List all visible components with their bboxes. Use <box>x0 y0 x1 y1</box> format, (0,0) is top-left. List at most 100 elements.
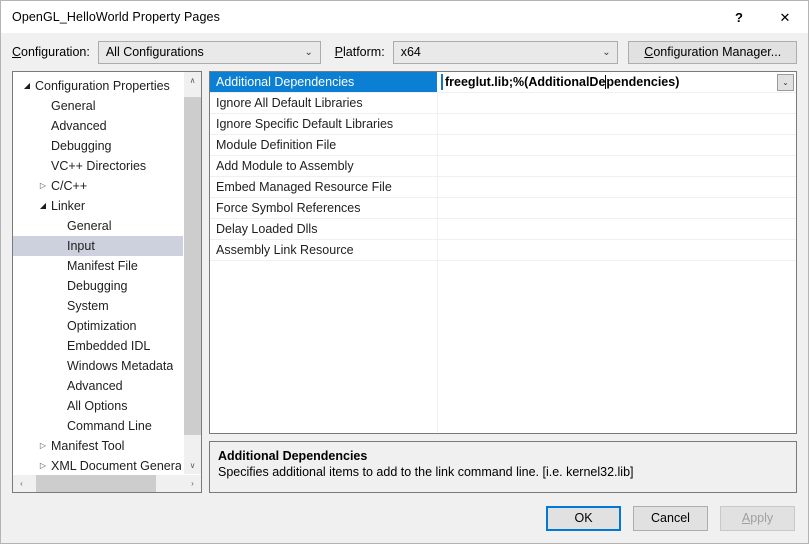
tree-collapsed-icon[interactable]: ▷ <box>35 182 51 190</box>
chevron-left-icon: ‹ <box>20 479 23 488</box>
tree-item-label: Linker <box>51 199 86 213</box>
tree-inner: ◢ Configuration Properties General Advanced… <box>13 72 201 474</box>
tree-item-label: Debugging <box>51 139 112 153</box>
property-row[interactable]: Ignore Specific Default Libraries <box>210 114 796 135</box>
configuration-manager-label: Configuration Manager... <box>644 45 782 59</box>
cancel-button-label: Cancel <box>651 511 690 525</box>
tree-vertical-scroll-track[interactable] <box>184 89 201 457</box>
configuration-dropdown[interactable]: All Configurations ⌄ <box>97 40 321 64</box>
tree-item-manifest-file[interactable]: Manifest File <box>13 256 183 276</box>
property-tree[interactable]: ◢ Configuration Properties General Advanced… <box>13 72 183 474</box>
tree-item-command-line[interactable]: Command Line <box>13 416 183 436</box>
property-pages-dialog: OpenGL_HelloWorld Property Pages ? ✕ Con… <box>0 0 809 544</box>
tree-item-advanced[interactable]: Advanced <box>13 116 183 136</box>
tree-item-label: Advanced <box>51 119 107 133</box>
chevron-down-icon: ∨ <box>189 461 196 470</box>
tree-horizontal-scroll-thumb[interactable] <box>36 475 156 492</box>
platform-value: x64 <box>400 45 421 59</box>
tree-item-label: C/C++ <box>51 179 88 193</box>
platform-dropdown[interactable]: x64 ⌄ <box>392 40 619 64</box>
tree-item-xml-document-genera[interactable]: ▷ XML Document Genera <box>13 456 183 474</box>
tree-item-debugging[interactable]: Debugging <box>13 136 183 156</box>
property-grid[interactable]: Additional Dependencies ⌄ freeglut.lib;%(A… <box>209 71 797 434</box>
property-value[interactable] <box>437 135 796 155</box>
tree-collapsed-icon[interactable]: ▷ <box>35 462 51 470</box>
tree-item-all-options[interactable]: All Options <box>13 396 183 416</box>
tree-item-optimization[interactable]: Optimization <box>13 316 183 336</box>
tree-item-c-c[interactable]: ▷ C/C++ <box>13 176 183 196</box>
configuration-manager-button[interactable]: Configuration Manager... <box>628 40 798 64</box>
property-value[interactable] <box>437 240 796 260</box>
apply-button[interactable]: Apply <box>720 505 795 531</box>
property-name: Module Definition File <box>216 138 337 152</box>
tree-item-configuration-properties[interactable]: ◢ Configuration Properties <box>13 76 183 96</box>
close-button[interactable]: ✕ <box>762 1 808 33</box>
tree-vertical-scrollbar[interactable]: ∧ ∨ <box>183 72 201 474</box>
property-value-text-after-caret: pendencies) <box>606 75 680 89</box>
property-row[interactable]: Assembly Link Resource <box>210 240 796 261</box>
scroll-left-button[interactable]: ‹ <box>13 475 30 492</box>
tree-collapsed-icon[interactable]: ▷ <box>35 442 51 450</box>
tree-item-label: Debugging <box>67 279 128 293</box>
tree-item-label: Advanced <box>67 379 123 393</box>
property-name: Force Symbol References <box>216 201 361 215</box>
property-name: Ignore All Default Libraries <box>216 96 363 110</box>
property-row[interactable]: Delay Loaded Dlls <box>210 219 796 240</box>
close-icon: ✕ <box>779 9 791 25</box>
property-name: Embed Managed Resource File <box>216 180 392 194</box>
property-value[interactable] <box>437 177 796 197</box>
tree-item-label: Manifest Tool <box>51 439 125 453</box>
tree-item-general[interactable]: General <box>13 96 183 116</box>
tree-item-system[interactable]: System <box>13 296 183 316</box>
tree-expanded-icon[interactable]: ◢ <box>19 82 35 90</box>
tree-item-input[interactable]: Input <box>13 236 183 256</box>
right-pane: Additional Dependencies ⌄ freeglut.lib;%(A… <box>209 71 797 493</box>
scroll-down-button[interactable]: ∨ <box>184 457 201 474</box>
property-row[interactable]: Module Definition File <box>210 135 796 156</box>
scroll-up-button[interactable]: ∧ <box>184 72 201 89</box>
property-row[interactable]: Embed Managed Resource File <box>210 177 796 198</box>
property-row[interactable]: Additional Dependencies ⌄ freeglut.lib;%(A… <box>210 72 796 93</box>
property-row[interactable]: Add Module to Assembly <box>210 156 796 177</box>
tree-vertical-scroll-thumb[interactable] <box>184 97 201 435</box>
tree-item-label: Windows Metadata <box>67 359 174 373</box>
platform-label: Platform: <box>334 45 385 59</box>
property-name: Ignore Specific Default Libraries <box>216 117 394 131</box>
tree-item-manifest-tool[interactable]: ▷ Manifest Tool <box>13 436 183 456</box>
property-row[interactable]: Force Symbol References <box>210 198 796 219</box>
tree-item-linker[interactable]: ◢ Linker <box>13 196 183 216</box>
tree-item-advanced[interactable]: Advanced <box>13 376 183 396</box>
property-value[interactable] <box>437 93 796 113</box>
apply-button-label-rest: pply <box>750 511 774 525</box>
tree-item-embedded-idl[interactable]: Embedded IDL <box>13 336 183 356</box>
cancel-button[interactable]: Cancel <box>633 505 708 531</box>
property-value[interactable] <box>437 114 796 134</box>
property-tree-panel: ◢ Configuration Properties General Advanced… <box>12 71 202 493</box>
tree-item-general[interactable]: General <box>13 216 183 236</box>
property-value-dropdown-button[interactable]: ⌄ <box>777 74 794 91</box>
ok-button[interactable]: OK <box>546 505 621 531</box>
property-name: Assembly Link Resource <box>216 243 354 257</box>
tree-item-label: Configuration Properties <box>35 79 170 93</box>
configuration-bar: Configuration: All Configurations ⌄ Plat… <box>1 33 808 71</box>
configuration-label: Configuration: <box>12 45 90 59</box>
chevron-up-icon: ∧ <box>189 76 196 85</box>
tree-horizontal-scroll-track[interactable] <box>30 475 184 492</box>
help-icon: ? <box>735 9 743 25</box>
property-value[interactable] <box>437 219 796 239</box>
tree-item-label: All Options <box>67 399 128 413</box>
property-value[interactable] <box>437 156 796 176</box>
tree-expanded-icon[interactable]: ◢ <box>35 202 51 210</box>
tree-item-debugging[interactable]: Debugging <box>13 276 183 296</box>
configuration-label-rest: onfiguration: <box>21 45 90 59</box>
description-title: Additional Dependencies <box>218 449 368 463</box>
tree-item-vc-directories[interactable]: VC++ Directories <box>13 156 183 176</box>
property-value-editor[interactable]: freeglut.lib;%(AdditionalDe pendencies) <box>437 72 796 92</box>
property-value[interactable] <box>437 198 796 218</box>
tree-horizontal-scrollbar[interactable]: ‹ › <box>13 474 201 492</box>
scroll-right-button[interactable]: › <box>184 475 201 492</box>
property-row[interactable]: Ignore All Default Libraries <box>210 93 796 114</box>
tree-item-label: General <box>51 99 96 113</box>
tree-item-windows-metadata[interactable]: Windows Metadata <box>13 356 183 376</box>
help-button[interactable]: ? <box>716 1 762 33</box>
